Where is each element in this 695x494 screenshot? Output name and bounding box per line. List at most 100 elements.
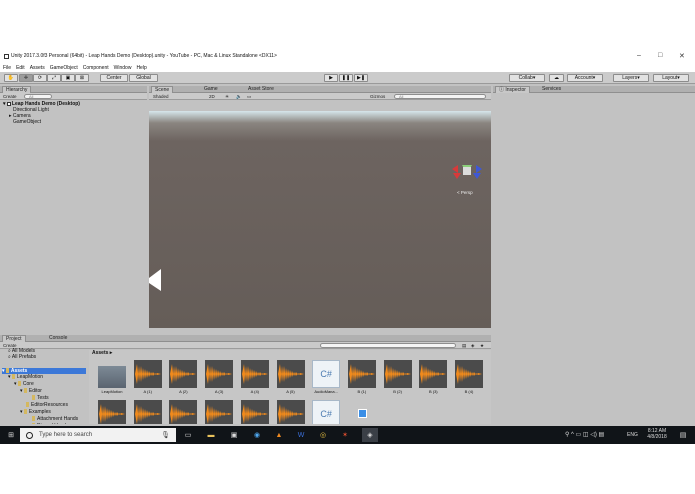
account-dropdown[interactable]: Account ▾	[567, 74, 603, 82]
hierarchy-search-input[interactable]: All	[24, 94, 52, 99]
tab-asset-store[interactable]: Asset Store	[245, 86, 277, 93]
tree-item-core[interactable]: ▾ Core	[14, 381, 34, 387]
asset-tile[interactable]: C (2)	[168, 400, 198, 424]
audio-toggle-icon[interactable]: 🔈	[236, 94, 242, 99]
tree-item-tests[interactable]: Tests	[32, 395, 49, 401]
asset-tile[interactable]: C (1)	[133, 400, 163, 424]
asset-tile[interactable]: C# AudioMana...	[311, 360, 341, 398]
csharp-script-icon: C#	[312, 400, 341, 424]
asset-tile[interactable]: A (4)	[240, 360, 270, 398]
windows-start-icon[interactable]: ⊞	[6, 430, 16, 440]
asset-tile[interactable]: A (5)	[276, 360, 306, 398]
tab-hierarchy[interactable]: Hierarchy	[2, 86, 32, 93]
move-tool-button[interactable]: ✛	[19, 74, 33, 82]
asset-tile[interactable]: B (2)	[383, 360, 413, 398]
chrome-icon[interactable]: ◎	[318, 430, 328, 440]
play-button[interactable]: ▶	[324, 74, 338, 82]
tree-item-leapmotion[interactable]: ▾ LeapMotion	[8, 374, 43, 380]
pivot-center-button[interactable]: Center	[100, 74, 128, 82]
favorite-icon[interactable]: ★	[480, 343, 484, 348]
vlc-icon[interactable]: ▲	[274, 430, 284, 440]
menu-gameobject[interactable]: GameObject	[50, 65, 78, 71]
task-view-icon[interactable]: ▭	[183, 430, 193, 440]
asset-tile[interactable]: A (3)	[204, 360, 234, 398]
notifications-icon[interactable]: ▤	[678, 430, 688, 440]
asset-tile[interactable]: B (5)	[97, 400, 127, 424]
tree-item-editor[interactable]: ▾ Editor	[20, 388, 42, 394]
asset-tile[interactable]: B (4)	[454, 360, 484, 398]
language-indicator[interactable]: ENG	[627, 432, 638, 438]
tab-scene[interactable]: Scene	[151, 86, 174, 93]
word-icon[interactable]: W	[296, 430, 306, 440]
hierarchy-item-gameobject[interactable]: GameObject	[13, 119, 41, 125]
hand-tool-button[interactable]: ✋	[4, 74, 18, 82]
asset-tile[interactable]: B (1)	[347, 360, 377, 398]
unity-taskbar-icon[interactable]: ◈	[362, 428, 378, 442]
minimize-icon[interactable]: –	[637, 52, 641, 59]
step-button[interactable]: ▶❚	[354, 74, 368, 82]
mode-2d-toggle[interactable]: 2D	[209, 94, 215, 99]
tree-item-attachment-hands[interactable]: Attachment Hands	[32, 416, 78, 422]
favorite-all-prefabs[interactable]: ⌕ All Prefabs	[8, 354, 36, 360]
pivot-global-button[interactable]: Global	[129, 74, 158, 82]
asset-tile[interactable]: C (4)	[240, 400, 270, 424]
tab-services[interactable]: Services	[539, 86, 564, 93]
clock[interactable]: 8:12 AM 4/8/2018	[645, 428, 669, 440]
asset-label: B (4)	[464, 389, 474, 394]
safari-icon[interactable]: ◉	[252, 430, 262, 440]
asset-tile[interactable]: A (2)	[168, 360, 198, 398]
scale-tool-button[interactable]: ⤢	[47, 74, 61, 82]
maximize-icon[interactable]: □	[658, 52, 662, 59]
tree-item-examples[interactable]: ▾ Examples	[20, 409, 51, 415]
scene-view[interactable]: < Persp	[149, 111, 491, 328]
asset-tile[interactable]: Leap_Motio...	[347, 400, 377, 424]
persp-label[interactable]: < Persp	[457, 190, 473, 196]
effects-toggle-icon[interactable]: ▭	[247, 94, 251, 99]
scene-gizmo-icon[interactable]	[452, 165, 482, 179]
tree-item-editorresources[interactable]: EditorResources	[26, 402, 68, 408]
taskbar-search-input[interactable]: Type here to search 🎙	[20, 428, 176, 442]
transform-tool-button[interactable]: ⊠	[75, 74, 89, 82]
menu-window[interactable]: Window	[114, 65, 132, 71]
rotate-tool-button[interactable]: ⟳	[33, 74, 47, 82]
menu-edit[interactable]: Edit	[16, 65, 25, 71]
cloud-icon[interactable]: ☁	[549, 74, 564, 82]
asset-tile[interactable]: B (3)	[418, 360, 448, 398]
asset-tile[interactable]: C#Controller	[311, 400, 341, 424]
scene-search-input[interactable]: All	[394, 94, 486, 99]
assets-breadcrumb[interactable]: Assets ▸	[92, 350, 112, 356]
lighting-toggle-icon[interactable]: ☀	[225, 94, 229, 99]
store-icon[interactable]: ▣	[229, 430, 239, 440]
menu-assets[interactable]: Assets	[30, 65, 45, 71]
project-search-input[interactable]	[320, 343, 456, 348]
rect-tool-button[interactable]: ▣	[61, 74, 75, 82]
microphone-icon[interactable]: 🎙	[161, 431, 170, 439]
file-explorer-icon[interactable]: ▬	[206, 430, 216, 440]
pause-button[interactable]: ❚❚	[339, 74, 353, 82]
asset-label: B (1)	[357, 389, 367, 394]
gizmos-dropdown[interactable]: Gizmos	[370, 94, 385, 99]
tab-console[interactable]: Console	[46, 335, 70, 342]
tray-icons[interactable]: ⚲ ^ ▭ ◫ ◁) ▤	[565, 431, 604, 438]
tab-game[interactable]: Game	[201, 86, 221, 93]
hierarchy-create-dropdown[interactable]: Create	[3, 94, 17, 99]
menu-component[interactable]: Component	[83, 65, 109, 71]
asset-tile[interactable]: LeapMotion	[97, 360, 127, 398]
tab-project[interactable]: Project	[2, 335, 26, 342]
layout-dropdown[interactable]: Layout ▾	[653, 74, 689, 82]
menu-file[interactable]: File	[3, 65, 11, 71]
asset-tile[interactable]: A (1)	[133, 360, 163, 398]
shading-dropdown[interactable]: Shaded	[153, 94, 169, 99]
menu-help[interactable]: Help	[136, 65, 146, 71]
asset-tile[interactable]: C (5)	[276, 400, 306, 424]
scene-panel-header: Scene Game Asset Store Shaded 2D ☀ 🔈 ▭ G…	[149, 86, 491, 111]
app-icon[interactable]: ✶	[340, 430, 350, 440]
layers-dropdown[interactable]: Layers ▾	[613, 74, 649, 82]
close-icon[interactable]: ✕	[679, 52, 685, 60]
tab-inspector[interactable]: ⓘ Inspector	[495, 86, 530, 93]
collab-dropdown[interactable]: Collab ▾	[509, 74, 545, 82]
filter-label-icon[interactable]: ◈	[471, 343, 474, 348]
filter-type-icon[interactable]: ▤	[462, 343, 466, 348]
asset-tile[interactable]: C (3)	[204, 400, 234, 424]
audio-waveform-icon	[455, 360, 483, 388]
